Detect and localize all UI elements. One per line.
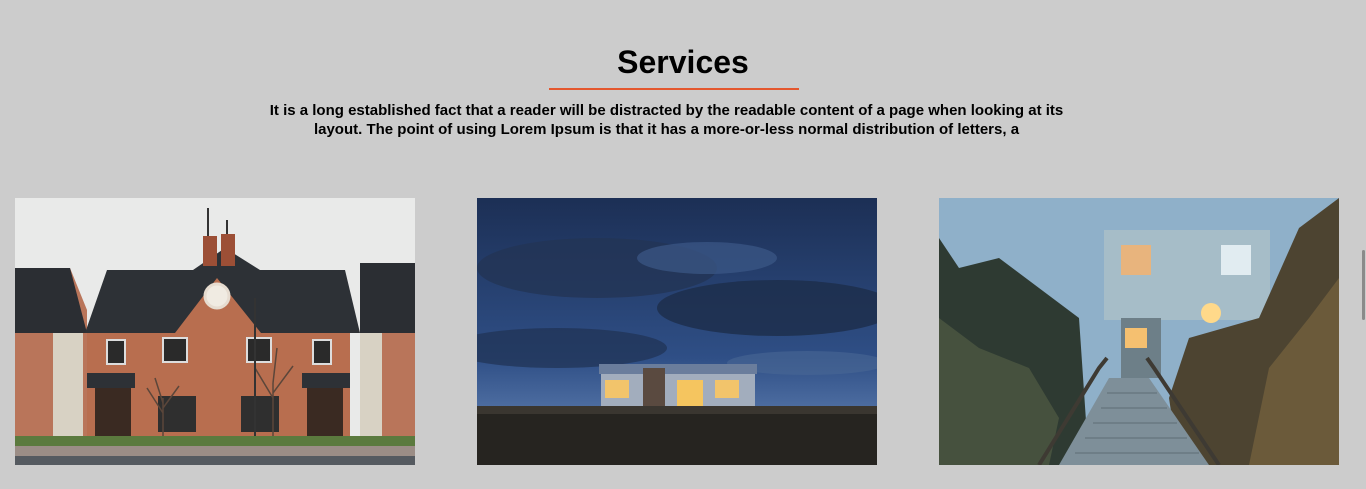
services-description: It is a long established fact that a rea…	[269, 102, 1064, 138]
service-image-night-cabin[interactable]	[477, 198, 877, 465]
title-underline	[549, 88, 799, 90]
service-image-brick-houses[interactable]	[15, 198, 415, 465]
service-image-boardwalk-house[interactable]	[939, 198, 1339, 465]
scrollbar-thumb[interactable]	[1362, 250, 1365, 320]
services-title: Services	[617, 44, 749, 80]
services-section: Services It is a long established fact t…	[0, 0, 1366, 489]
page-scrollbar[interactable]	[1360, 0, 1366, 489]
